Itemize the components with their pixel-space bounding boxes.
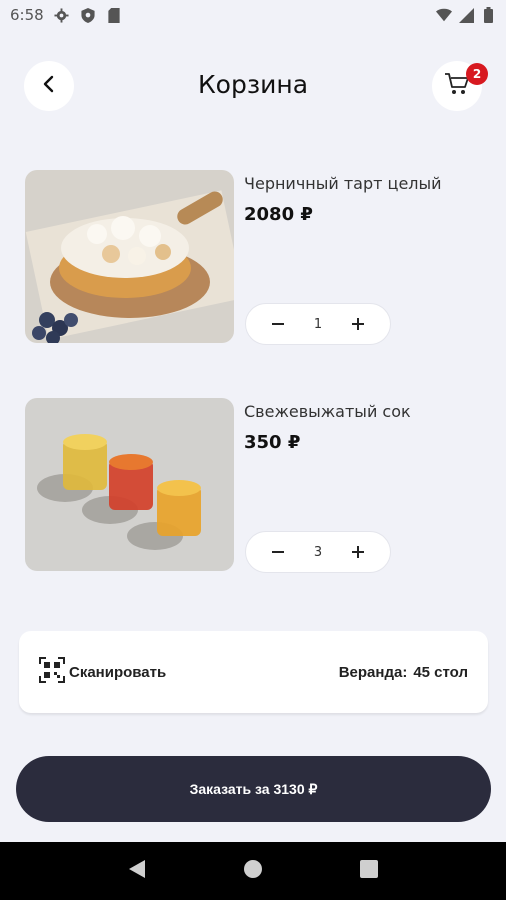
header: Корзина 2 [0,58,506,114]
increment-button[interactable] [346,540,370,564]
cart-button[interactable]: 2 [432,61,488,111]
page-title: Корзина [197,70,309,99]
table-panel: Сканировать Веранда: 45 стол [19,631,488,713]
decrement-button[interactable] [266,312,290,336]
scan-label: Сканировать [69,663,167,681]
back-nav-icon[interactable] [128,859,146,884]
quantity-stepper: 1 [245,303,391,345]
quantity-value: 1 [313,316,323,332]
item-image-tart [25,170,234,343]
qr-scan-icon [39,656,65,688]
settings-icon [54,7,70,23]
item-name: Черничный тарт целый [244,174,442,193]
item-name: Свежевыжатый сок [244,402,411,421]
cart-item: Черничный тарт целый 2080 ₽ 1 [25,170,485,345]
home-nav-icon[interactable] [243,859,263,884]
quantity-value: 3 [313,544,323,560]
signal-icon [458,7,474,23]
order-button-label: Заказать за 3130 ₽ [189,780,318,797]
table-location: Веранда: [338,663,408,681]
system-nav-bar [0,842,506,900]
battery-icon [480,7,496,23]
cart-count-badge: 2 [466,63,488,85]
scan-button[interactable]: Сканировать [39,656,167,688]
status-bar: 6:58 [0,0,506,30]
sd-card-icon [106,7,122,23]
decrement-button[interactable] [266,540,290,564]
item-image-juice [25,398,234,571]
item-price: 2080 ₽ [244,204,313,225]
shield-icon [80,7,96,23]
status-time: 6:58 [10,6,44,24]
increment-button[interactable] [346,312,370,336]
table-info: Веранда: 45 стол [339,664,468,681]
recents-nav-icon[interactable] [359,859,378,883]
cart-item: Свежевыжатый сок 350 ₽ 3 [25,398,485,573]
quantity-stepper: 3 [245,531,391,573]
order-button[interactable]: Заказать за 3130 ₽ [16,756,491,822]
table-number: 45 стол [413,663,468,681]
wifi-icon [436,7,452,23]
item-price: 350 ₽ [244,432,301,453]
